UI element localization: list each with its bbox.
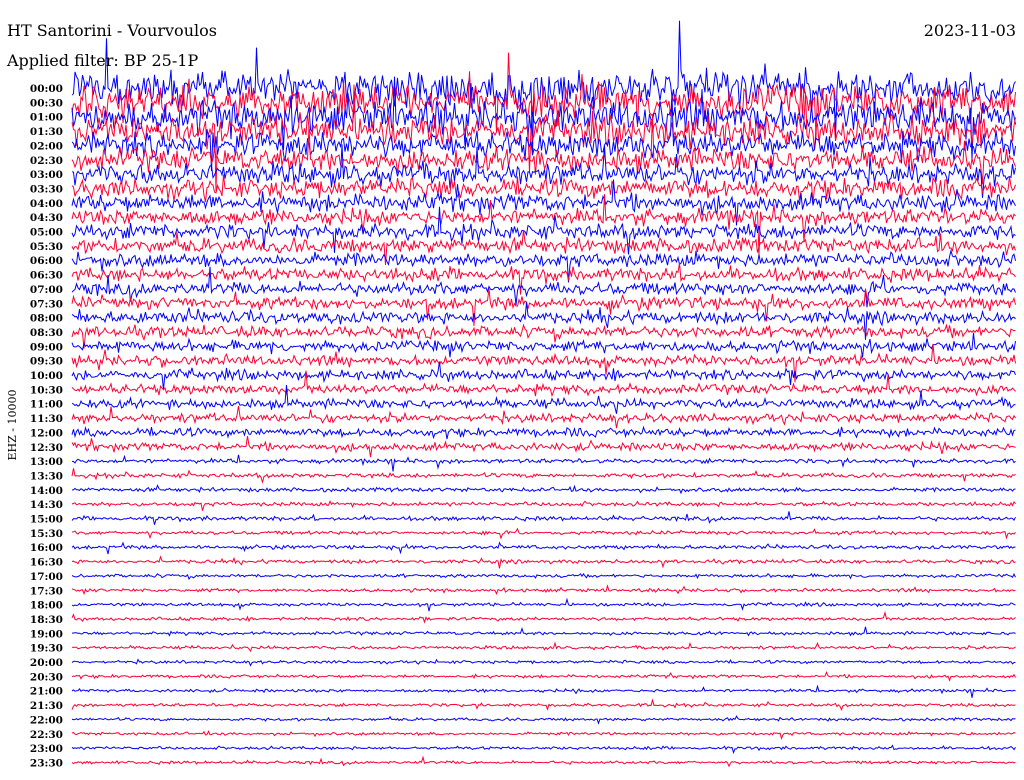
tick-label-0030: 00:30 xyxy=(30,97,63,109)
channel-label: EHZ - 10000 xyxy=(6,390,19,461)
trace-row-1130 xyxy=(71,406,1016,429)
tick-label-0230: 02:30 xyxy=(30,155,63,167)
tick-label-0800: 08:00 xyxy=(30,313,63,325)
time-tick-labels: 00:00 00:30 01:00 01:30 02:00 02:30 03:00 03:30… xyxy=(30,83,63,769)
tick-label-0100: 01:00 xyxy=(30,112,63,124)
helicorder-plot: 00:00 00:30 01:00 01:30 02:00 02:30 03:00 03:30… xyxy=(6,20,1016,769)
trace-row-1900 xyxy=(71,626,1016,637)
trace-row-2130 xyxy=(71,698,1016,712)
tick-label-0400: 04:00 xyxy=(30,198,63,210)
tick-label-1830: 18:30 xyxy=(30,614,63,626)
tick-label-0930: 09:30 xyxy=(30,356,63,368)
trace-row-1030 xyxy=(71,370,1016,398)
tick-label-0200: 02:00 xyxy=(30,140,63,152)
tick-label-0000: 00:00 xyxy=(30,83,63,95)
plot-date: 2023-11-03 xyxy=(924,21,1016,40)
tick-label-1330: 13:30 xyxy=(30,470,63,482)
tick-label-2330: 23:30 xyxy=(30,757,63,769)
tick-label-1130: 11:30 xyxy=(30,413,63,425)
trace-row-1230 xyxy=(71,436,1016,458)
tick-label-1430: 14:30 xyxy=(30,499,63,511)
tick-label-1900: 19:00 xyxy=(30,628,63,640)
trace-row-1800 xyxy=(71,597,1016,612)
filter-label: Applied filter: BP 25-1P xyxy=(6,51,198,70)
trace-row-0530 xyxy=(71,229,1016,266)
tick-label-2130: 21:30 xyxy=(30,700,63,712)
tick-label-1200: 12:00 xyxy=(30,427,63,439)
trace-row-1600 xyxy=(71,541,1016,555)
tick-label-0330: 03:30 xyxy=(30,183,63,195)
trace-row-1430 xyxy=(71,500,1016,511)
trace-row-2100 xyxy=(71,684,1016,698)
trace-row-1200 xyxy=(71,425,1016,440)
tick-label-0430: 04:30 xyxy=(30,212,63,224)
trace-row-1330 xyxy=(71,468,1016,484)
tick-label-2230: 22:30 xyxy=(30,729,63,741)
tick-label-0530: 05:30 xyxy=(30,241,63,253)
trace-row-1300 xyxy=(71,454,1016,472)
trace-row-2200 xyxy=(71,715,1016,725)
tick-label-1300: 13:00 xyxy=(30,456,63,468)
trace-row-2300 xyxy=(71,744,1016,755)
tick-label-0700: 07:00 xyxy=(30,284,63,296)
trace-row-1700 xyxy=(71,572,1016,581)
tick-label-2300: 23:00 xyxy=(30,743,63,755)
tick-label-1630: 16:30 xyxy=(30,557,63,569)
tick-label-2200: 22:00 xyxy=(30,714,63,726)
tick-label-1230: 12:30 xyxy=(30,442,63,454)
tick-label-0830: 08:30 xyxy=(30,327,63,339)
trace-row-2030 xyxy=(71,670,1016,682)
tick-label-2000: 20:00 xyxy=(30,657,63,669)
trace-row-2330 xyxy=(71,755,1016,768)
tick-label-1600: 16:00 xyxy=(30,542,63,554)
trace-row-1830 xyxy=(71,610,1016,624)
tick-label-0630: 06:30 xyxy=(30,270,63,282)
trace-row-1730 xyxy=(71,584,1016,596)
trace-row-2000 xyxy=(71,658,1016,667)
trace-row-0600 xyxy=(71,248,1016,283)
trace-row-0900 xyxy=(71,332,1016,358)
trace-row-1400 xyxy=(71,484,1016,495)
trace-row-1500 xyxy=(71,511,1016,525)
trace-row-0700 xyxy=(71,266,1016,308)
tick-label-1500: 15:00 xyxy=(30,514,63,526)
tick-label-1530: 15:30 xyxy=(30,528,63,540)
tick-label-0500: 05:00 xyxy=(30,227,63,239)
tick-label-0300: 03:00 xyxy=(30,169,63,181)
tick-label-1030: 10:30 xyxy=(30,384,63,396)
tick-label-0730: 07:30 xyxy=(30,298,63,310)
tick-label-2030: 20:30 xyxy=(30,671,63,683)
tick-label-1400: 14:00 xyxy=(30,485,63,497)
tick-label-2100: 21:00 xyxy=(30,686,63,698)
tick-label-1730: 17:30 xyxy=(30,585,63,597)
seismic-traces xyxy=(71,20,1016,768)
trace-row-2230 xyxy=(71,730,1016,740)
tick-label-1700: 17:00 xyxy=(30,571,63,583)
tick-label-0600: 06:00 xyxy=(30,255,63,267)
tick-label-0130: 01:30 xyxy=(30,126,63,138)
station-title: HT Santorini - Vourvoulos xyxy=(7,21,217,40)
trace-row-1630 xyxy=(71,555,1016,569)
tick-label-1100: 11:00 xyxy=(30,399,63,411)
tick-label-0900: 09:00 xyxy=(30,341,63,353)
trace-row-1930 xyxy=(71,641,1016,653)
tick-label-1930: 19:30 xyxy=(30,643,63,655)
tick-label-1800: 18:00 xyxy=(30,600,63,612)
trace-row-1530 xyxy=(71,527,1016,540)
tick-label-1000: 10:00 xyxy=(30,370,63,382)
